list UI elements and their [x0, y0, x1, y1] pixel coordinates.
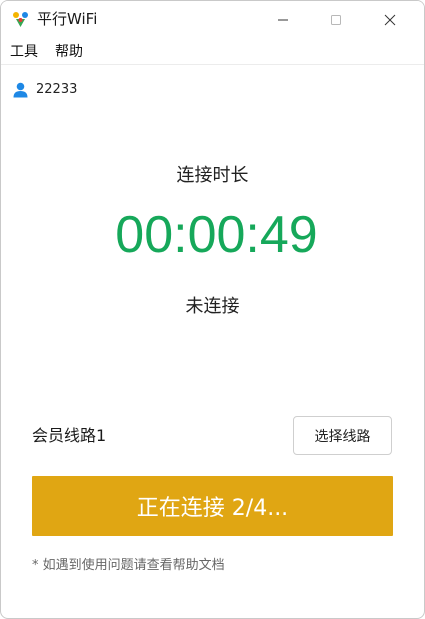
user-name: 22233 [36, 82, 78, 97]
help-note: * 如遇到使用问题请查看帮助文档 [32, 558, 225, 573]
user-info: 22233 [13, 81, 77, 99]
menu-tools[interactable]: 工具 [10, 44, 38, 60]
maximize-button[interactable] [313, 1, 359, 39]
app-window: 平行WiFi 工具 帮助 22233 连接时长 00:00:49 未连接 会员线… [0, 0, 425, 619]
minimize-icon [277, 11, 289, 30]
close-icon [384, 11, 396, 30]
connection-status: 未连接 [185, 296, 240, 317]
connect-button[interactable]: 正在连接 2/4... [32, 476, 393, 536]
maximize-icon [330, 11, 342, 30]
menu-bar: 工具 帮助 [1, 39, 424, 65]
menu-help[interactable]: 帮助 [55, 44, 83, 60]
connection-timer: 00:00:49 [115, 206, 318, 264]
app-logo-icon [12, 11, 29, 28]
route-name: 会员线路1 [32, 426, 107, 445]
close-button[interactable] [367, 1, 413, 39]
user-icon [13, 82, 28, 98]
connection-duration-label: 连接时长 [176, 165, 249, 186]
minimize-button[interactable] [260, 1, 306, 39]
select-route-button[interactable]: 选择线路 [293, 416, 392, 455]
title-bar[interactable]: 平行WiFi [1, 1, 424, 39]
window-title: 平行WiFi [37, 10, 98, 28]
